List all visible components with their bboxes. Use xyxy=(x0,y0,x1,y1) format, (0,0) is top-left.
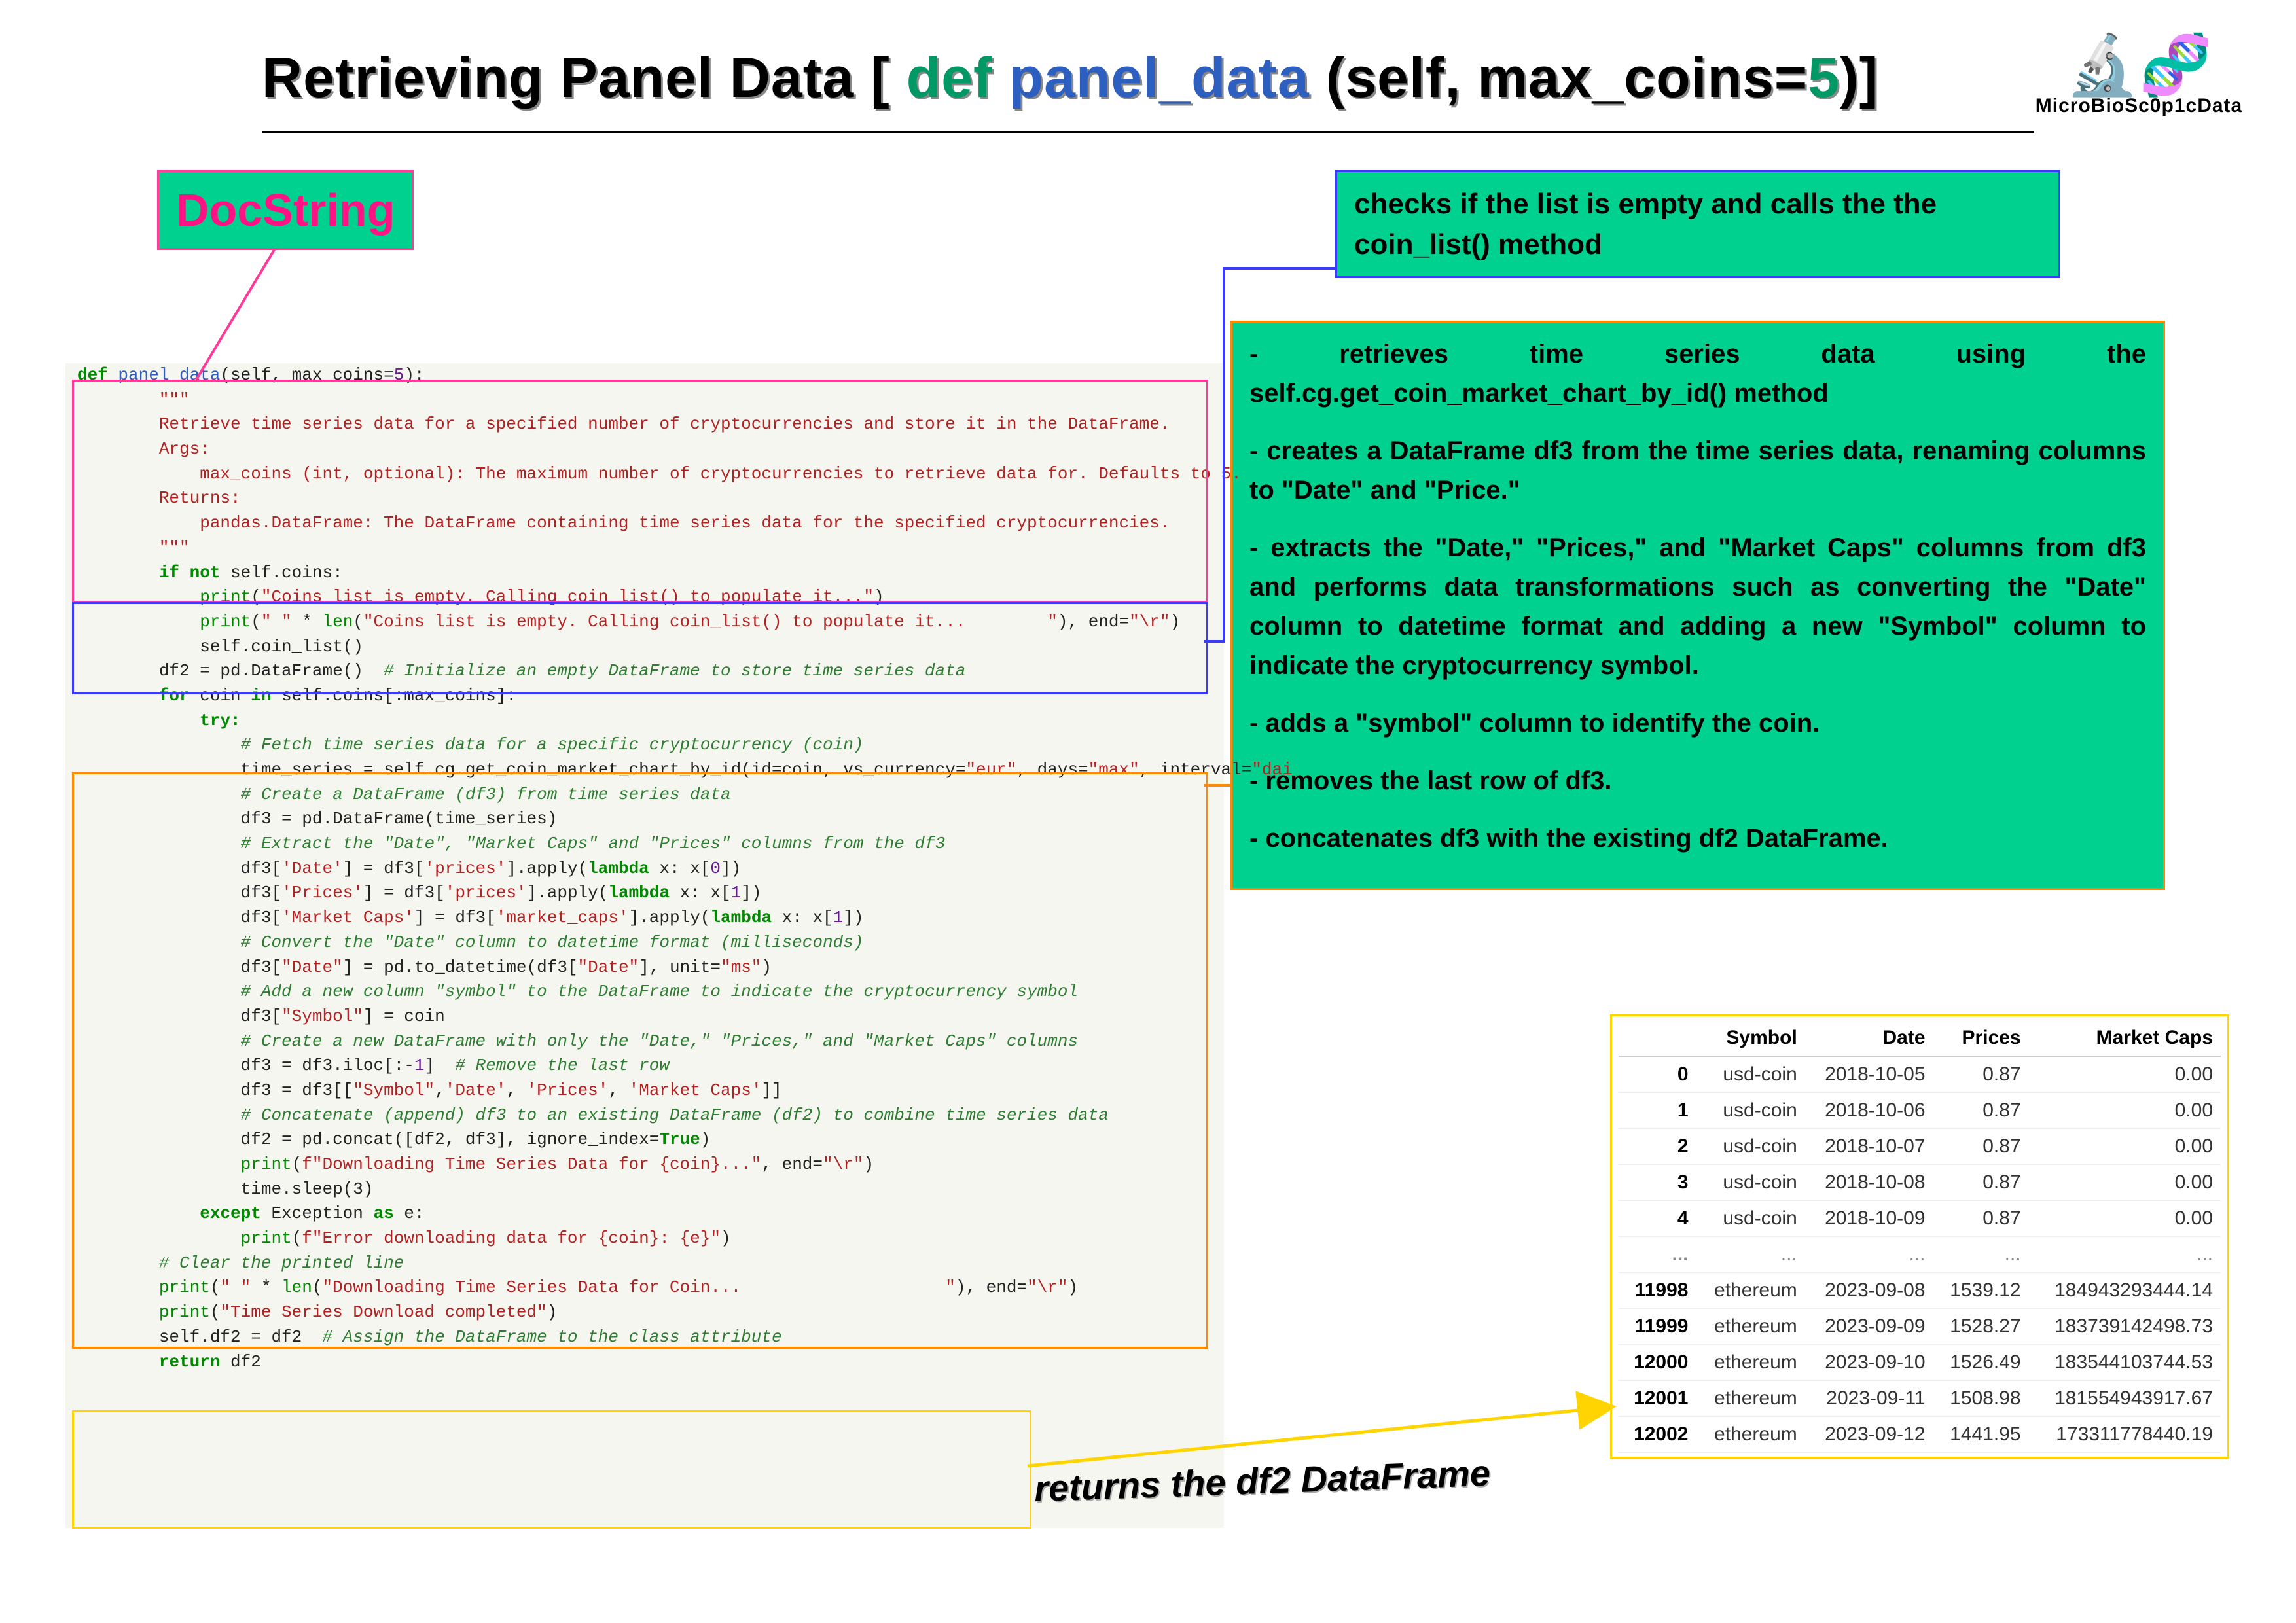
table-cell: 1526.49 xyxy=(1933,1345,2029,1381)
title-bar: Retrieving Panel Data [ def panel_data (… xyxy=(262,46,2034,133)
table-cell: ... xyxy=(2029,1237,2221,1273)
loop-point-0: - retrieves time series data using the s… xyxy=(1249,334,2146,413)
table-cell: 12002 xyxy=(1619,1417,1696,1453)
table-cell: usd-coin xyxy=(1696,1093,1805,1129)
title-mid: (self, max_coins= xyxy=(1310,46,1808,109)
table-cell: 183544103744.53 xyxy=(2029,1345,2221,1381)
callout-check-empty: checks if the list is empty and calls th… xyxy=(1335,170,2060,278)
table-cell: usd-coin xyxy=(1696,1165,1805,1201)
table-cell: usd-coin xyxy=(1696,1056,1805,1093)
page-title: Retrieving Panel Data [ def panel_data (… xyxy=(262,46,1878,109)
table-cell: 0 xyxy=(1619,1056,1696,1093)
dataframe-table: Symbol Date Prices Market Caps 0usd-coin… xyxy=(1619,1020,2221,1453)
table-cell: 11999 xyxy=(1619,1309,1696,1345)
table-cell: ethereum xyxy=(1696,1381,1805,1417)
table-cell: usd-coin xyxy=(1696,1129,1805,1165)
table-cell: 0.00 xyxy=(2029,1165,2221,1201)
df-h-prices: Prices xyxy=(1933,1020,2029,1056)
table-cell: ... xyxy=(1805,1237,1933,1273)
table-cell: 2018-10-07 xyxy=(1805,1129,1933,1165)
loop-point-3: - adds a "symbol" column to identify the… xyxy=(1249,704,2146,743)
table-cell: 12001 xyxy=(1619,1381,1696,1417)
df-h-date: Date xyxy=(1805,1020,1933,1056)
table-row: 12001ethereum2023-09-111508.981815549439… xyxy=(1619,1381,2221,1417)
df-h-index xyxy=(1619,1020,1696,1056)
table-cell: 173311778440.19 xyxy=(2029,1417,2221,1453)
table-cell: 0.87 xyxy=(1933,1056,2029,1093)
table-row: 4usd-coin2018-10-090.870.00 xyxy=(1619,1201,2221,1237)
dataframe-output: Symbol Date Prices Market Caps 0usd-coin… xyxy=(1610,1014,2229,1459)
table-cell: 2023-09-08 xyxy=(1805,1273,1933,1309)
table-cell: 2023-09-10 xyxy=(1805,1345,1933,1381)
table-cell: 181554943917.67 xyxy=(2029,1381,2221,1417)
table-cell: 0.00 xyxy=(2029,1093,2221,1129)
highlight-box-docstring xyxy=(72,380,1208,603)
slide: Retrieving Panel Data [ def panel_data (… xyxy=(0,0,2296,1623)
table-cell: ... xyxy=(1696,1237,1805,1273)
table-cell: 2023-09-09 xyxy=(1805,1309,1933,1345)
table-cell: 1 xyxy=(1619,1093,1696,1129)
df-h-symbol: Symbol xyxy=(1696,1020,1805,1056)
table-cell: ethereum xyxy=(1696,1417,1805,1453)
table-cell: 11998 xyxy=(1619,1273,1696,1309)
highlight-box-check xyxy=(72,602,1208,694)
table-cell: 0.87 xyxy=(1933,1201,2029,1237)
table-cell: ... xyxy=(1619,1237,1696,1273)
table-cell: 2018-10-09 xyxy=(1805,1201,1933,1237)
table-cell: 1441.95 xyxy=(1933,1417,2029,1453)
table-row: 11998ethereum2023-09-081539.121849432934… xyxy=(1619,1273,2221,1309)
table-cell: 3 xyxy=(1619,1165,1696,1201)
table-cell: 2018-10-06 xyxy=(1805,1093,1933,1129)
highlight-box-return xyxy=(72,1410,1031,1529)
table-cell: 2 xyxy=(1619,1129,1696,1165)
highlight-box-loop xyxy=(72,772,1208,1349)
table-row: 1usd-coin2018-10-060.870.00 xyxy=(1619,1093,2221,1129)
brand-logo: 🔬🧬 MicroBioSc0p1cData xyxy=(2001,36,2276,117)
table-cell: 2018-10-08 xyxy=(1805,1165,1933,1201)
loop-point-5: - concatenates df3 with the existing df2… xyxy=(1249,819,2146,858)
table-cell: 1539.12 xyxy=(1933,1273,2029,1309)
table-cell: 184943293444.14 xyxy=(2029,1273,2221,1309)
table-cell: 12000 xyxy=(1619,1345,1696,1381)
table-row: 12000ethereum2023-09-101526.491835441037… xyxy=(1619,1345,2221,1381)
table-cell: ethereum xyxy=(1696,1273,1805,1309)
table-row: 0usd-coin2018-10-050.870.00 xyxy=(1619,1056,2221,1093)
title-num: 5 xyxy=(1808,46,1840,109)
loop-point-4: - removes the last row of df3. xyxy=(1249,761,2146,800)
table-row: ............... xyxy=(1619,1237,2221,1273)
title-suffix: )] xyxy=(1840,46,1878,109)
table-row: 12002ethereum2023-09-121441.951733117784… xyxy=(1619,1417,2221,1453)
table-cell: 2018-10-05 xyxy=(1805,1056,1933,1093)
table-cell: 1528.27 xyxy=(1933,1309,2029,1345)
table-cell: 2023-09-11 xyxy=(1805,1381,1933,1417)
table-cell: 1508.98 xyxy=(1933,1381,2029,1417)
title-funcname: panel_data xyxy=(1009,46,1310,109)
table-cell: 0.87 xyxy=(1933,1093,2029,1129)
table-cell: 0.00 xyxy=(2029,1129,2221,1165)
df-h-mcap: Market Caps xyxy=(2029,1020,2221,1056)
table-cell: 183739142498.73 xyxy=(2029,1309,2221,1345)
microscope-icon: 🔬🧬 xyxy=(2001,36,2276,95)
table-cell: 2023-09-12 xyxy=(1805,1417,1933,1453)
df-header-row: Symbol Date Prices Market Caps xyxy=(1619,1020,2221,1056)
table-cell: ethereum xyxy=(1696,1345,1805,1381)
table-cell: 4 xyxy=(1619,1201,1696,1237)
table-cell: 0.87 xyxy=(1933,1129,2029,1165)
table-cell: ethereum xyxy=(1696,1309,1805,1345)
table-row: 3usd-coin2018-10-080.870.00 xyxy=(1619,1165,2221,1201)
callout-loop-description: - retrieves time series data using the s… xyxy=(1230,321,2165,890)
title-def: def xyxy=(906,46,993,109)
title-text: Retrieving Panel Data [ xyxy=(262,46,906,109)
table-cell: 0.00 xyxy=(2029,1056,2221,1093)
table-row: 2usd-coin2018-10-070.870.00 xyxy=(1619,1129,2221,1165)
table-row: 11999ethereum2023-09-091528.271837391424… xyxy=(1619,1309,2221,1345)
loop-point-1: - creates a DataFrame df3 from the time … xyxy=(1249,431,2146,510)
table-cell: 0.00 xyxy=(2029,1201,2221,1237)
table-cell: usd-coin xyxy=(1696,1201,1805,1237)
loop-point-2: - extracts the "Date," "Prices," and "Ma… xyxy=(1249,528,2146,685)
table-cell: 0.87 xyxy=(1933,1165,2029,1201)
brand-text: MicroBioSc0p1cData xyxy=(2001,95,2276,117)
callout-docstring: DocString xyxy=(157,170,414,250)
table-cell: ... xyxy=(1933,1237,2029,1273)
